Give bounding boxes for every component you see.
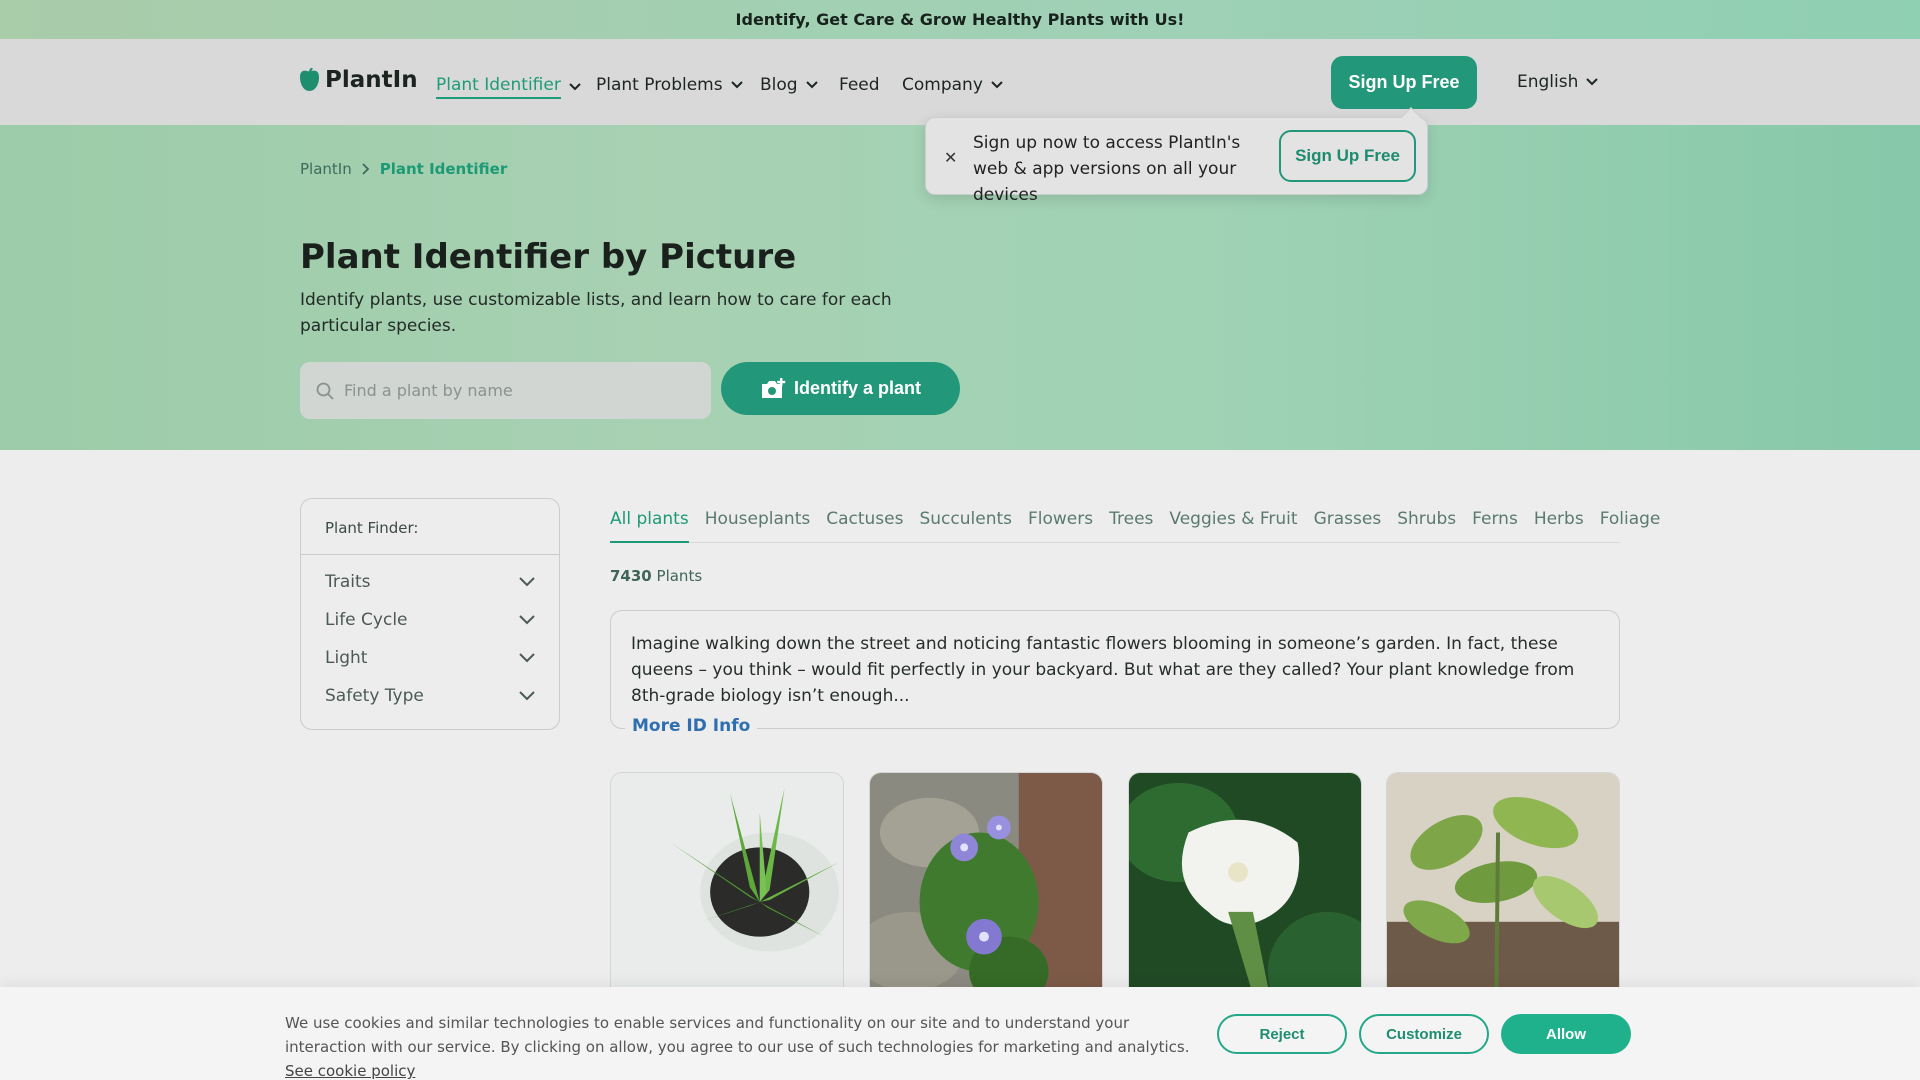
plant-card-periwinkle[interactable] <box>869 772 1103 1022</box>
more-id-info-link[interactable]: More ID Info <box>625 716 758 736</box>
leaf-logo-icon <box>300 68 319 91</box>
filter-label: Life Cycle <box>325 610 408 630</box>
cookie-text: We use cookies and similar technologies … <box>285 1014 1190 1056</box>
nav-label: Plant Identifier <box>436 75 561 99</box>
camera-plus-icon <box>761 377 786 398</box>
nav-company[interactable]: Company <box>902 75 1003 95</box>
chevron-down-icon <box>519 615 535 625</box>
allow-cookies-button[interactable]: Allow <box>1501 1014 1631 1054</box>
promo-banner: Identify, Get Care & Grow Healthy Plants… <box>0 0 1920 39</box>
tab-cactuses[interactable]: Cactuses <box>826 505 903 543</box>
plant-search-box[interactable] <box>300 362 711 419</box>
reject-cookies-button[interactable]: Reject <box>1217 1014 1347 1054</box>
nav-label: Company <box>902 75 983 95</box>
popover-text: Sign up now to access PlantIn's web & ap… <box>973 133 1241 205</box>
sign-up-button[interactable]: Sign Up Free <box>1331 56 1477 109</box>
page-title: Plant Identifier by Picture <box>300 237 797 277</box>
plant-count-label: Plants <box>656 567 703 585</box>
close-icon[interactable]: ✕ <box>944 148 957 167</box>
breadcrumb: PlantIn Plant Identifier <box>300 160 507 178</box>
nav-label: Feed <box>839 75 880 95</box>
promo-text: Identify, Get Care & Grow Healthy Plants… <box>735 10 1185 29</box>
nav-label: Plant Problems <box>596 75 723 95</box>
plant-card-dieffenbachia[interactable] <box>1386 772 1620 1022</box>
top-navigation: PlantIn Plant Identifier Plant Problems … <box>0 39 1920 125</box>
signup-popover: ✕ Sign up now to access PlantIn's web & … <box>925 107 1428 205</box>
plant-finder-panel: Plant Finder: Traits Life Cycle Light Sa… <box>300 498 560 730</box>
plant-finder-title: Plant Finder: <box>301 499 559 555</box>
chevron-down-icon <box>569 83 581 91</box>
chevron-down-icon <box>730 81 743 89</box>
tab-succulents[interactable]: Succulents <box>919 505 1012 543</box>
aloe-plant-photo <box>611 773 843 1021</box>
customize-cookies-button[interactable]: Customize <box>1359 1014 1489 1054</box>
popover-sign-up-button[interactable]: Sign Up Free <box>1279 130 1416 182</box>
tab-foliage[interactable]: Foliage <box>1600 505 1661 543</box>
chevron-down-icon <box>805 81 818 89</box>
page-description: Identify plants, use customizable lists,… <box>300 290 892 336</box>
chevron-down-icon <box>519 691 535 701</box>
tab-all-plants[interactable]: All plants <box>610 505 689 543</box>
identify-plant-button[interactable]: Identify a plant <box>721 362 960 415</box>
category-tabs: All plants Houseplants Cactuses Succulen… <box>610 505 1660 543</box>
tab-grasses[interactable]: Grasses <box>1314 505 1382 543</box>
tab-ferns[interactable]: Ferns <box>1472 505 1518 543</box>
periwinkle-flowers-photo <box>870 773 1102 1021</box>
tab-shrubs[interactable]: Shrubs <box>1397 505 1456 543</box>
tab-veggies-fruit[interactable]: Veggies & Fruit <box>1169 505 1297 543</box>
nav-blog[interactable]: Blog <box>760 75 818 95</box>
filter-label: Safety Type <box>325 686 424 706</box>
nav-plant-problems[interactable]: Plant Problems <box>596 75 743 95</box>
cookie-banner: We use cookies and similar technologies … <box>0 987 1920 1080</box>
tab-trees[interactable]: Trees <box>1109 505 1153 543</box>
plant-card-aloe[interactable] <box>610 772 844 1022</box>
logo-text: PlantIn <box>325 67 418 93</box>
cookie-policy-link[interactable]: See cookie policy <box>285 1062 415 1080</box>
dieffenbachia-plant-photo <box>1387 773 1619 1021</box>
search-icon <box>316 382 334 400</box>
identify-button-label: Identify a plant <box>793 378 921 398</box>
filter-label: Traits <box>325 572 371 592</box>
chevron-right-icon <box>362 163 370 175</box>
filter-label: Light <box>325 648 368 668</box>
chevron-down-icon <box>991 81 1003 89</box>
chevron-down-icon <box>519 577 535 587</box>
nav-label: Blog <box>760 75 798 95</box>
filter-life-cycle[interactable]: Life Cycle <box>301 601 559 639</box>
filter-light[interactable]: Light <box>301 639 559 677</box>
nav-feed[interactable]: Feed <box>839 75 880 95</box>
plant-card-datura[interactable] <box>1128 772 1362 1022</box>
tab-herbs[interactable]: Herbs <box>1534 505 1584 543</box>
tab-houseplants[interactable]: Houseplants <box>705 505 811 543</box>
nav-plant-identifier[interactable]: Plant Identifier <box>436 75 581 99</box>
breadcrumb-home[interactable]: PlantIn <box>300 160 352 178</box>
intro-text-box: Imagine walking down the street and noti… <box>610 610 1620 729</box>
plantin-logo[interactable]: PlantIn <box>300 67 418 93</box>
breadcrumb-current: Plant Identifier <box>379 160 508 178</box>
cookie-text-block: We use cookies and similar technologies … <box>285 1011 1195 1080</box>
search-input[interactable] <box>344 381 684 400</box>
white-datura-flower-photo <box>1129 773 1361 1021</box>
intro-text: Imagine walking down the street and noti… <box>631 634 1575 706</box>
plant-count: 7430 Plants <box>610 567 702 585</box>
filter-safety-type[interactable]: Safety Type <box>301 677 559 715</box>
language-label: English <box>1517 72 1579 92</box>
chevron-down-icon <box>1586 78 1599 86</box>
plant-count-number: 7430 <box>610 567 652 585</box>
tab-flowers[interactable]: Flowers <box>1028 505 1093 543</box>
filter-traits[interactable]: Traits <box>301 563 559 601</box>
language-selector[interactable]: English <box>1517 72 1599 92</box>
chevron-down-icon <box>519 653 535 663</box>
